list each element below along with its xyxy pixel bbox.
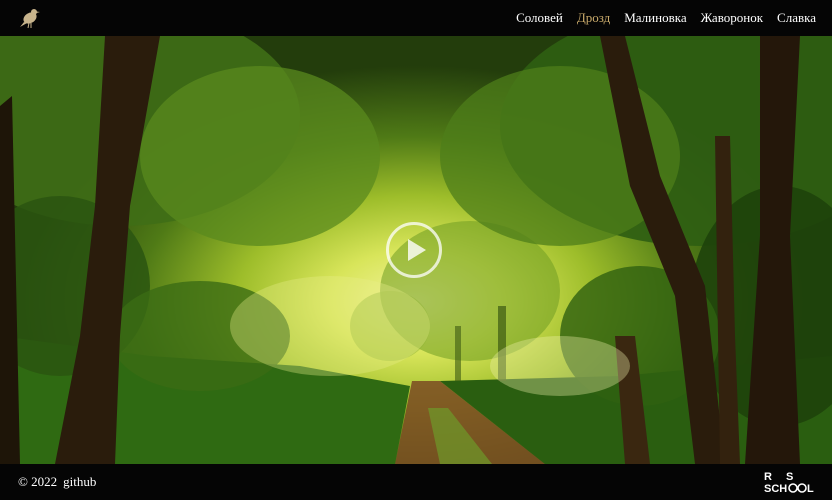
svg-text:L: L [807,483,814,494]
nav-item-malinovka[interactable]: Малиновка [624,10,686,26]
forest-background [0,36,832,464]
header: Соловей Дрозд Малиновка Жаворонок Славка [0,0,832,36]
footer-info: © 2022 github [18,474,96,490]
play-button[interactable] [386,222,442,278]
bird-logo-icon[interactable] [18,5,42,31]
copyright-text: © 2022 [18,474,58,489]
nav-item-slavka[interactable]: Славка [777,10,816,26]
nav-item-zhavoronok[interactable]: Жаворонок [701,10,763,26]
svg-text:SCH: SCH [764,483,787,494]
svg-text:R: R [764,471,772,483]
rs-school-logo-icon[interactable]: R S SCH L [764,470,814,494]
main-nav: Соловей Дрозд Малиновка Жаворонок Славка [516,10,816,26]
nav-item-solovey[interactable]: Соловей [516,10,563,26]
footer: © 2022 github R S SCH L [0,464,832,500]
github-link[interactable]: github [63,474,96,490]
play-icon [407,239,426,261]
nav-item-drozd[interactable]: Дрозд [577,10,610,26]
svg-text:S: S [786,471,793,483]
